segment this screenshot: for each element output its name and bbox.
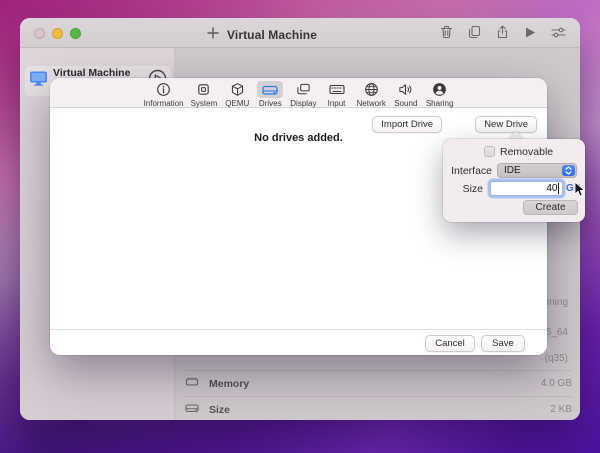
new-drive-button[interactable]: New Drive (475, 116, 537, 133)
trash-icon[interactable] (440, 25, 453, 39)
input-keyboard-icon (324, 81, 350, 98)
size-input[interactable]: 40 (490, 181, 563, 196)
chevron-up-down-icon (562, 165, 575, 176)
sound-speaker-icon (393, 81, 419, 98)
interface-dropdown[interactable]: IDE (497, 163, 577, 178)
config-tabbar: Information System QEMU Drives Display (50, 78, 547, 108)
removable-label: Removable (500, 146, 553, 158)
row-label: Memory (209, 378, 249, 390)
cancel-button[interactable]: Cancel (425, 335, 475, 352)
text-caret (558, 183, 559, 194)
machine-value-fragment: (q35) (545, 353, 568, 364)
memory-icon (185, 375, 199, 393)
create-button[interactable]: Create (523, 200, 578, 215)
qemu-cube-icon (224, 81, 250, 98)
tab-network[interactable]: Network (357, 81, 386, 108)
traffic-lights (34, 28, 81, 39)
tab-information[interactable]: Information (144, 81, 184, 108)
network-globe-icon (358, 81, 384, 98)
row-value: 4.0 GB (541, 378, 572, 389)
sliders-icon[interactable] (551, 26, 566, 39)
vm-monitor-icon (29, 70, 48, 92)
titlebar[interactable]: Virtual Machine (20, 18, 580, 48)
status-value-fragment: nning (544, 297, 568, 308)
tab-sharing[interactable]: Sharing (426, 81, 454, 108)
import-drive-button[interactable]: Import Drive (372, 116, 442, 133)
zoom-window-button[interactable] (70, 28, 81, 39)
duplicate-icon[interactable] (468, 25, 481, 39)
tab-sound[interactable]: Sound (393, 81, 419, 108)
drives-icon (257, 81, 283, 98)
play-icon[interactable] (524, 26, 536, 39)
interface-label: Interface (443, 165, 492, 177)
sharing-person-icon (427, 81, 453, 98)
close-window-button[interactable] (34, 28, 45, 39)
size-label: Size (443, 183, 483, 195)
table-row: Size 2 KB (185, 396, 572, 420)
row-label: Size (209, 404, 230, 416)
row-value: 2 KB (550, 404, 572, 415)
tab-system[interactable]: System (191, 81, 218, 108)
minimize-window-button[interactable] (52, 28, 63, 39)
removable-checkbox[interactable] (484, 146, 495, 157)
tab-display[interactable]: Display (290, 81, 316, 108)
architecture-value-fragment: 6_64 (546, 327, 568, 338)
new-drive-popover: Removable Interface IDE Size 40 GB Creat… (443, 139, 585, 222)
system-icon (191, 81, 217, 98)
save-button[interactable]: Save (481, 335, 525, 352)
tab-drives[interactable]: Drives (257, 81, 283, 108)
add-vm-icon[interactable] (207, 26, 219, 44)
info-circle-icon (151, 81, 177, 98)
window-title: Virtual Machine (227, 28, 317, 42)
tab-input[interactable]: Input (324, 81, 350, 108)
dialog-footer: Cancel Save (50, 329, 547, 355)
mouse-cursor (574, 181, 586, 203)
share-icon[interactable] (496, 25, 509, 39)
display-icon (290, 81, 316, 98)
table-row: Memory 4.0 GB (185, 370, 572, 396)
drive-icon (185, 401, 199, 419)
tab-qemu[interactable]: QEMU (224, 81, 250, 108)
interface-value: IDE (504, 165, 521, 176)
